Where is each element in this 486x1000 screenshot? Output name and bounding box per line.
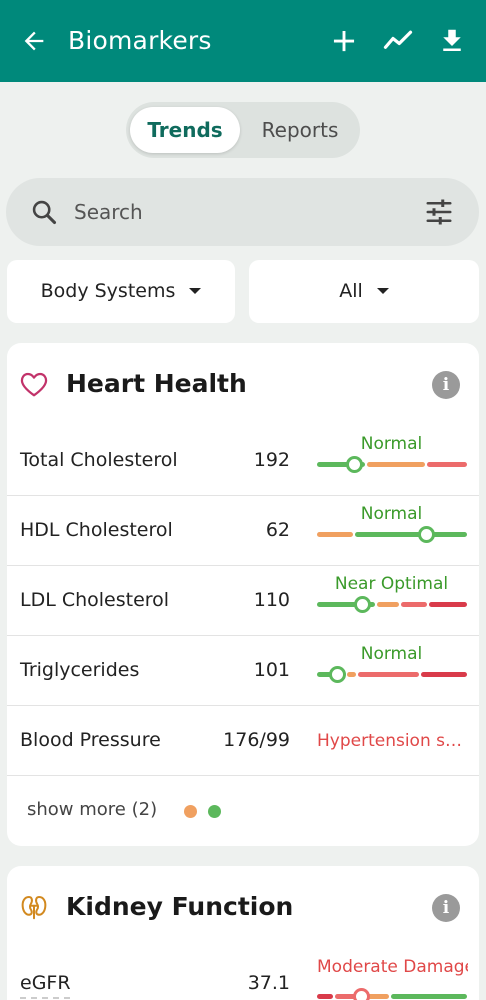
all-dropdown[interactable]: All bbox=[249, 260, 479, 323]
tab-trends[interactable]: Trends bbox=[130, 107, 240, 153]
body-systems-dropdown[interactable]: Body Systems bbox=[7, 260, 235, 323]
biomarker-row[interactable]: Total Cholesterol 192 Normal bbox=[7, 426, 479, 496]
range-marker bbox=[329, 666, 346, 683]
status-dot-orange bbox=[184, 805, 197, 818]
range-bar bbox=[317, 988, 467, 1000]
biomarker-status: Moderate Damage bbox=[317, 957, 468, 977]
range-marker bbox=[346, 456, 363, 473]
kidney-function-card: Kidney Function i eGFR 37.1 Moderate Dam… bbox=[7, 866, 479, 1000]
biomarker-value: 110 bbox=[253, 589, 290, 611]
range-bar bbox=[317, 596, 467, 613]
search-icon bbox=[32, 200, 57, 225]
info-icon[interactable]: i bbox=[432, 894, 460, 922]
biomarker-name: eGFR bbox=[20, 972, 71, 994]
card-title: Heart Health bbox=[66, 369, 247, 398]
biomarker-status: Normal bbox=[360, 504, 423, 524]
tab-reports[interactable]: Reports bbox=[244, 107, 356, 153]
biomarker-row[interactable]: Triglycerides 101 Normal bbox=[7, 636, 479, 706]
biomarker-row[interactable]: Blood Pressure 176/99 Hypertension stage… bbox=[7, 706, 479, 776]
page-title: Biomarkers bbox=[68, 26, 212, 55]
range-bar bbox=[317, 526, 467, 543]
trending-icon[interactable] bbox=[383, 26, 413, 56]
caret-down-icon bbox=[189, 288, 202, 294]
range-marker bbox=[418, 526, 435, 543]
biomarker-name: Total Cholesterol bbox=[20, 449, 178, 471]
heart-health-card: Heart Health i Total Cholesterol 192 Nor… bbox=[7, 343, 479, 846]
range-bar bbox=[317, 666, 467, 683]
caret-down-icon bbox=[376, 288, 389, 294]
app-bar: Biomarkers bbox=[0, 0, 486, 82]
biomarker-status: Hypertension stage 2 bbox=[317, 731, 468, 751]
biomarker-status: Near Optimal bbox=[334, 574, 449, 594]
biomarker-status: Normal bbox=[360, 434, 423, 454]
biomarker-value: 62 bbox=[265, 519, 290, 541]
biomarker-value: 37.1 bbox=[247, 972, 290, 994]
status-dot-green bbox=[208, 805, 221, 818]
show-more-link[interactable]: show more (2) bbox=[27, 798, 157, 822]
kidneys-icon bbox=[21, 896, 47, 920]
filter-sliders-icon[interactable] bbox=[424, 197, 454, 227]
view-toggle: Trends Reports bbox=[126, 102, 360, 158]
add-icon[interactable] bbox=[329, 26, 359, 56]
dashed-underline bbox=[20, 997, 70, 999]
biomarker-name: HDL Cholesterol bbox=[20, 519, 173, 541]
biomarker-value: 192 bbox=[253, 449, 290, 471]
biomarker-value: 101 bbox=[253, 659, 290, 681]
info-icon[interactable]: i bbox=[432, 371, 460, 399]
download-icon[interactable] bbox=[437, 26, 467, 56]
all-label: All bbox=[339, 280, 363, 302]
search-input[interactable]: Search bbox=[74, 198, 143, 226]
biomarker-row[interactable]: LDL Cholesterol 110 Near Optimal bbox=[7, 566, 479, 636]
biomarker-value: 176/99 bbox=[223, 729, 290, 751]
heart-icon bbox=[20, 372, 48, 397]
back-arrow-icon[interactable] bbox=[20, 27, 48, 55]
body-systems-label: Body Systems bbox=[40, 280, 176, 302]
biomarker-name: Blood Pressure bbox=[20, 729, 161, 751]
biomarker-row[interactable]: HDL Cholesterol 62 Normal bbox=[7, 496, 479, 566]
biomarker-row[interactable]: eGFR 37.1 Moderate Damage bbox=[7, 949, 479, 1000]
range-bar bbox=[317, 456, 467, 473]
biomarker-status: Normal bbox=[360, 644, 423, 664]
biomarker-name: Triglycerides bbox=[20, 659, 140, 681]
card-title: Kidney Function bbox=[66, 892, 294, 921]
range-marker bbox=[354, 596, 371, 613]
search-bar[interactable]: Search bbox=[6, 178, 479, 246]
biomarker-name: LDL Cholesterol bbox=[20, 589, 170, 611]
range-marker bbox=[353, 988, 370, 1000]
